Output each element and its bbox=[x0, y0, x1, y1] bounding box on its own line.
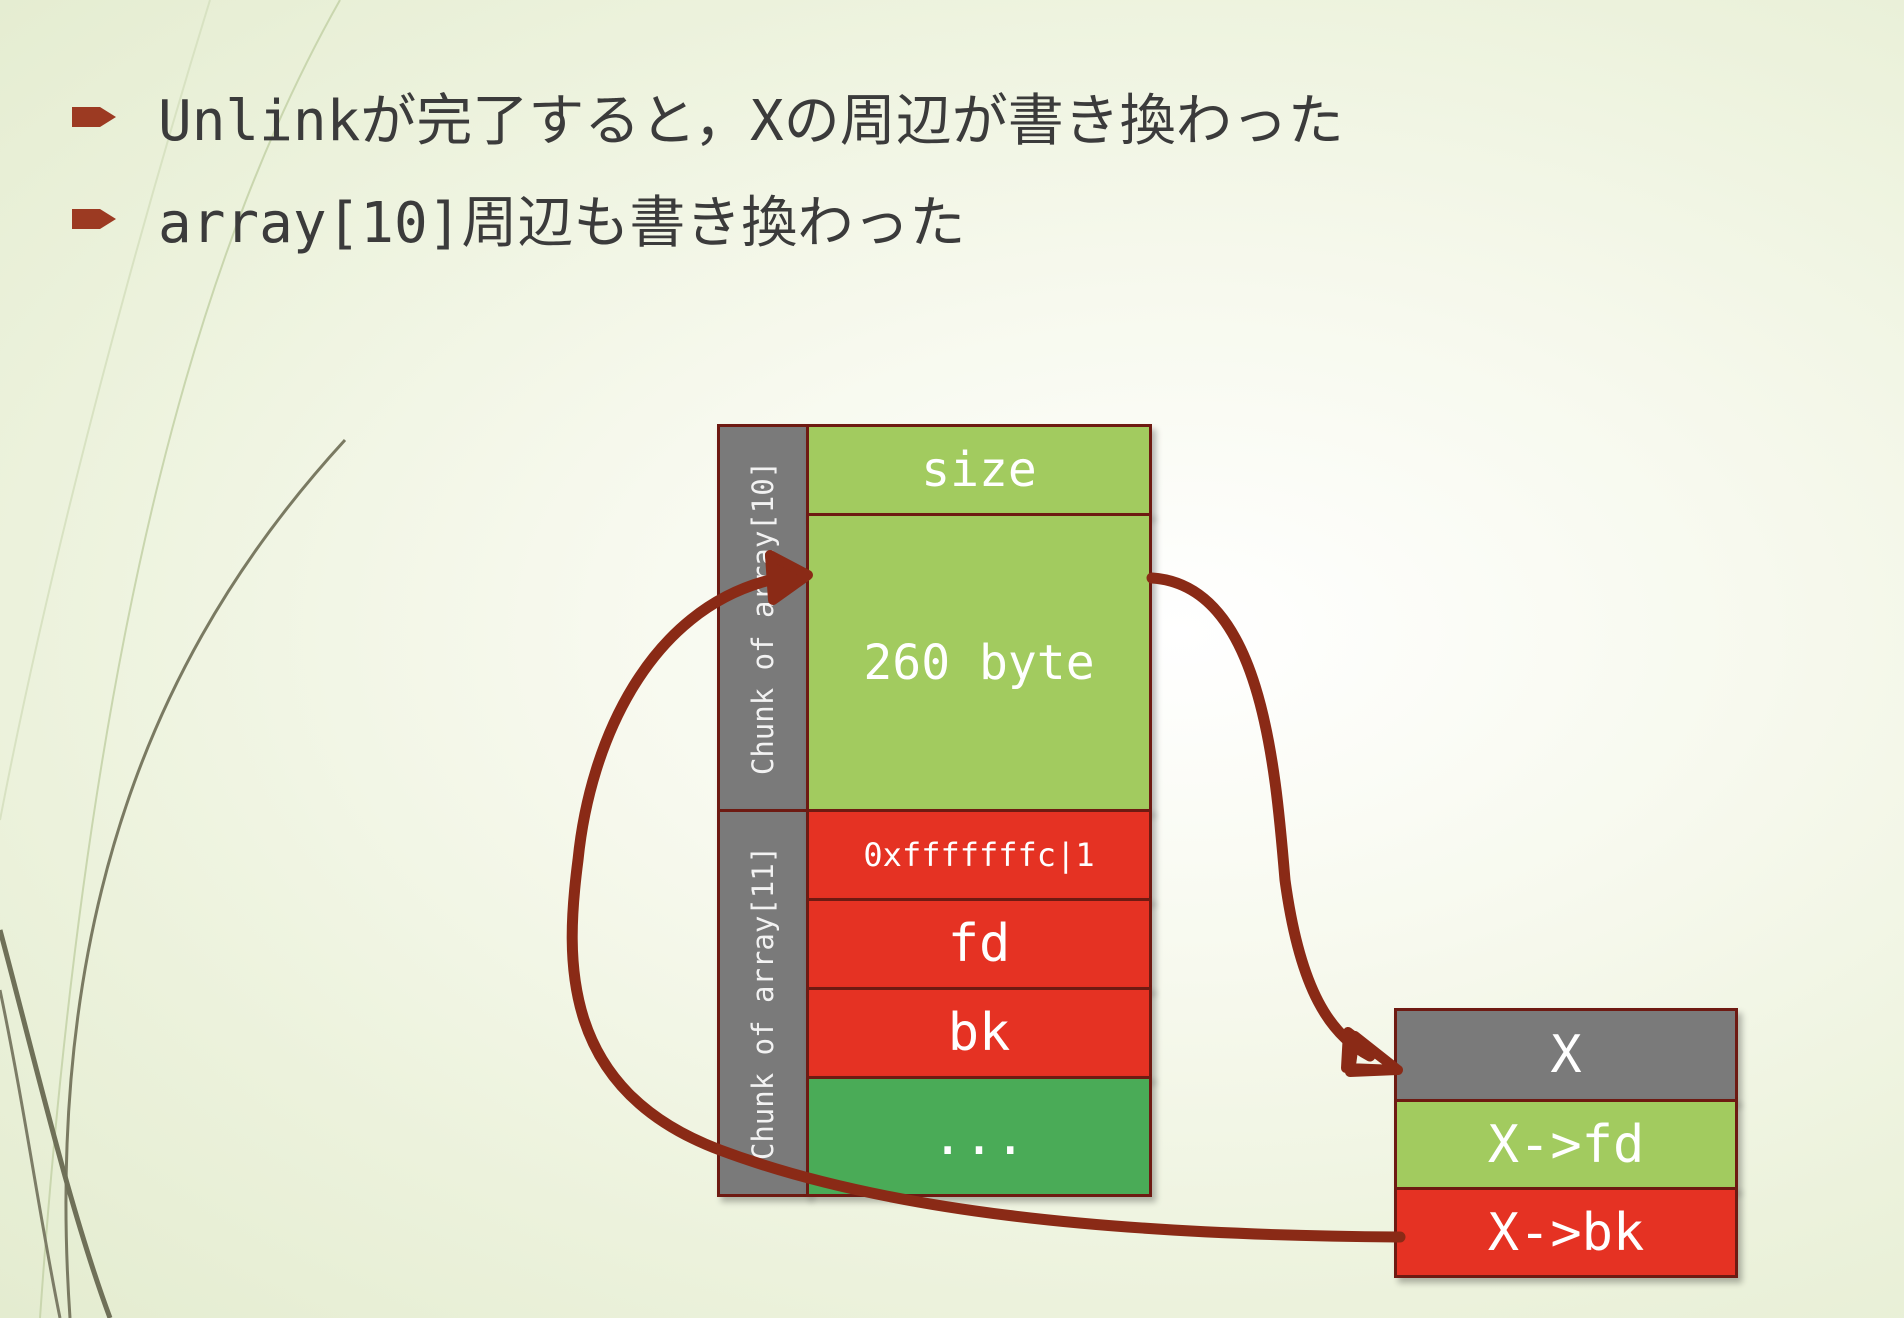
x-cell: X bbox=[1394, 1008, 1738, 1102]
bullet-item-1: Unlinkが完了すると，Xの周辺が書き換わった bbox=[72, 76, 1344, 157]
size-cell: size bbox=[806, 424, 1152, 516]
prev-size-cell: 0xfffffffc|1 bbox=[806, 809, 1152, 901]
bullet-item-2: array[10]周辺も書き換わった bbox=[72, 178, 965, 259]
x-bk-cell: X->bk bbox=[1394, 1187, 1738, 1278]
bullet-text-2: array[10]周辺も書き換わった bbox=[158, 191, 966, 256]
arrow-bullet-icon bbox=[72, 106, 116, 127]
chunk-array10-label: Chunk of array[10] bbox=[746, 460, 780, 776]
arrow-bullet-icon bbox=[72, 208, 116, 229]
bk-cell: bk bbox=[806, 987, 1152, 1079]
rest-cell: ... bbox=[806, 1076, 1152, 1197]
bullet-text-1: Unlinkが完了すると，Xの周辺が書き換わった bbox=[158, 89, 1344, 154]
x-fd-cell: X->fd bbox=[1394, 1099, 1738, 1190]
fd-cell: fd bbox=[806, 898, 1152, 990]
data-260-byte-cell: 260 byte bbox=[806, 513, 1152, 812]
chunk-array11-label: Chunk of array[11] bbox=[746, 845, 780, 1161]
